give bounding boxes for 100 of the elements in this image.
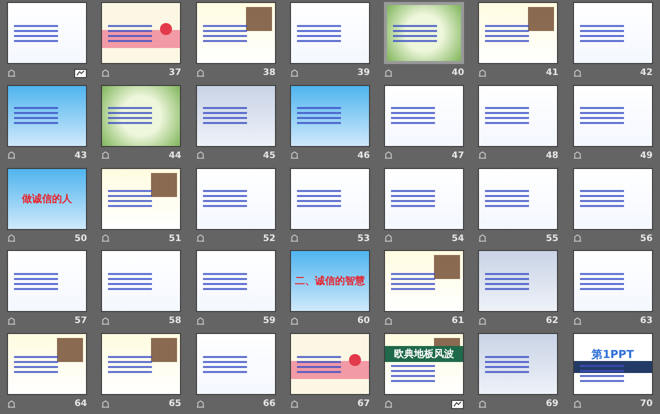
- slide-thumbnail[interactable]: [196, 333, 276, 396]
- photo-placeholder: [528, 7, 554, 31]
- photo-placeholder: [151, 338, 178, 362]
- text-lines-drawing: [296, 24, 341, 42]
- slide-number: 53: [357, 234, 370, 244]
- slide-thumbnail[interactable]: 二、诚信的智慧: [290, 250, 370, 312]
- slide-thumbnail[interactable]: [7, 84, 87, 147]
- text-lines-drawing: [202, 356, 247, 373]
- slide-thumbnail[interactable]: [101, 250, 182, 312]
- slide-thumbnail[interactable]: [7, 250, 87, 312]
- text-lines-drawing: [580, 364, 624, 382]
- photo-placeholder: [246, 7, 272, 31]
- text-lines-drawing: [108, 190, 152, 208]
- text-lines-drawing: [202, 24, 247, 42]
- slide-thumbnail[interactable]: [478, 250, 558, 312]
- slide-thumbnail[interactable]: [196, 84, 276, 147]
- slide-thumbnail[interactable]: [196, 168, 276, 230]
- text-lines-drawing: [485, 356, 530, 373]
- slide-number: 44: [168, 150, 182, 161]
- slide-number: 43: [74, 150, 87, 161]
- slide-number: 41: [546, 68, 558, 78]
- text-lines-drawing: [14, 107, 58, 124]
- slide-number: 47: [452, 150, 464, 161]
- slide-number: 37: [168, 68, 182, 78]
- text-lines-drawing: [108, 107, 152, 124]
- slide-thumbnail[interactable]: [572, 250, 653, 312]
- slide-thumbnail[interactable]: [478, 84, 558, 147]
- slide-thumbnail[interactable]: [478, 168, 558, 230]
- slide-thumbnail[interactable]: [101, 168, 182, 230]
- text-lines-drawing: [296, 356, 341, 373]
- slide-title: 做诚信的人: [22, 192, 72, 206]
- slide-title: 欧典地板风波: [385, 346, 464, 362]
- slide-number: 56: [640, 234, 653, 244]
- text-lines-drawing: [580, 190, 624, 208]
- slide-thumbnail[interactable]: [572, 2, 653, 64]
- text-lines-drawing: [202, 272, 247, 290]
- text-lines-drawing: [296, 107, 341, 124]
- slide-thumbnail[interactable]: [572, 168, 653, 230]
- slide-number: 52: [263, 234, 276, 244]
- slide-thumbnail[interactable]: [7, 2, 87, 64]
- text-lines-drawing: [108, 24, 152, 42]
- text-lines-drawing: [391, 272, 436, 290]
- slide-number: 66: [263, 399, 276, 410]
- slide-number: 59: [263, 316, 276, 326]
- text-lines-drawing: [202, 107, 247, 124]
- text-lines-drawing: [14, 272, 58, 290]
- text-lines-drawing: [485, 24, 530, 42]
- slide-number: 55: [546, 234, 558, 244]
- slide-number: 42: [640, 68, 653, 78]
- text-lines-drawing: [485, 272, 530, 290]
- slide-thumbnail[interactable]: [384, 84, 464, 147]
- text-lines-drawing: [485, 107, 530, 124]
- text-lines-drawing: [14, 356, 58, 373]
- slide-number: 62: [546, 316, 558, 326]
- slide-number: 61: [452, 316, 464, 326]
- slide-thumbnail[interactable]: [101, 2, 182, 64]
- slide-thumbnail[interactable]: [384, 250, 464, 312]
- slide-thumbnail[interactable]: [290, 84, 370, 147]
- slide-thumbnail[interactable]: [101, 84, 182, 147]
- slide-thumbnail[interactable]: 欧典地板风波: [384, 333, 464, 396]
- text-lines-drawing: [202, 190, 247, 208]
- slide-number: 70: [640, 399, 653, 410]
- text-lines-drawing: [485, 190, 530, 208]
- text-lines-drawing: [391, 365, 436, 382]
- slide-number: 46: [357, 150, 370, 161]
- slide-thumbnail[interactable]: [290, 168, 370, 230]
- slide-number: 49: [640, 150, 653, 161]
- text-lines-drawing: [108, 272, 152, 290]
- photo-placeholder: [151, 172, 178, 197]
- slide-number: 48: [546, 150, 558, 161]
- slide-thumbnail[interactable]: [7, 333, 87, 396]
- text-lines-drawing: [391, 107, 436, 124]
- slide-thumbnail[interactable]: [572, 84, 653, 147]
- slide-thumbnail[interactable]: [101, 333, 182, 396]
- slide-number: 45: [263, 150, 276, 161]
- slide-thumbnail[interactable]: [384, 168, 464, 230]
- slide-thumbnail[interactable]: [290, 2, 370, 64]
- slide-thumbnail[interactable]: [196, 250, 276, 312]
- text-lines-drawing: [391, 190, 436, 208]
- slide-thumbnail[interactable]: [196, 2, 276, 64]
- slide-thumbnail[interactable]: 做诚信的人: [7, 168, 87, 230]
- slide-number: 51: [168, 234, 182, 244]
- slide-number: 63: [640, 316, 653, 326]
- slide-number: 50: [74, 234, 87, 244]
- slide-number: 40: [452, 68, 464, 78]
- slide-number: 65: [168, 399, 182, 410]
- photo-placeholder: [434, 255, 460, 280]
- text-lines-drawing: [580, 24, 624, 42]
- slide-thumbnail[interactable]: [384, 2, 464, 64]
- text-lines-drawing: [580, 272, 624, 290]
- slide-number: 60: [357, 316, 370, 326]
- text-lines-drawing: [393, 24, 438, 42]
- slide-number: 67: [357, 399, 370, 410]
- slide-thumbnail[interactable]: [478, 333, 558, 396]
- slide-thumbnail[interactable]: [478, 2, 558, 64]
- slide-title: 第1PPT: [592, 346, 634, 362]
- slide-thumbnail[interactable]: [290, 333, 370, 396]
- slide-thumbnail[interactable]: 第1PPT: [572, 333, 653, 396]
- text-lines-drawing: [108, 356, 152, 373]
- slide-number: 64: [74, 399, 87, 410]
